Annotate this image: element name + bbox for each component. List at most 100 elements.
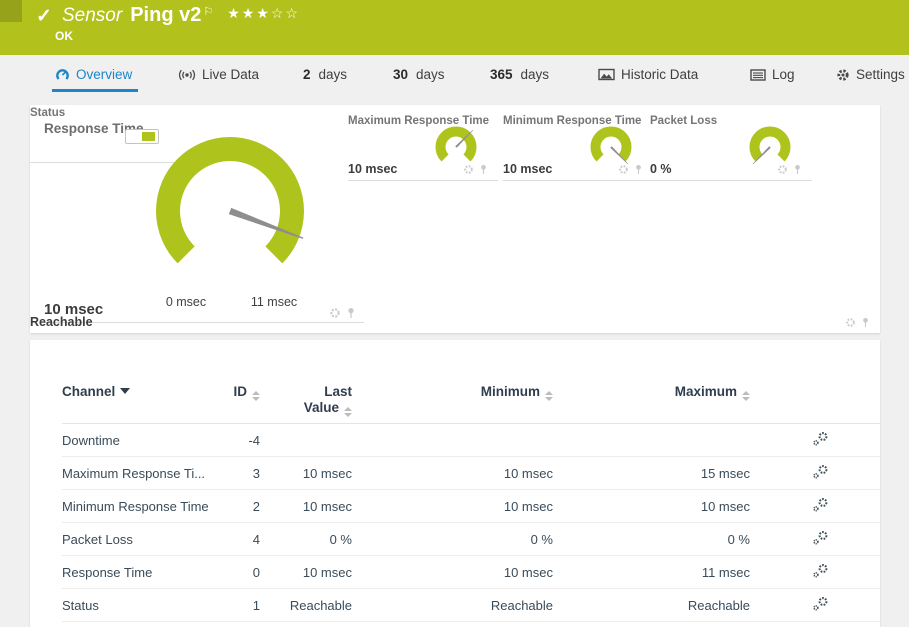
cell-id: -4 xyxy=(222,433,260,448)
pin-icon[interactable] xyxy=(479,164,488,175)
cell-channel[interactable]: Downtime xyxy=(62,433,222,448)
cell-minimum: 10 msec xyxy=(352,466,553,481)
cell-maximum: Reachable xyxy=(553,598,750,613)
tab-historic-data[interactable]: Historic Data xyxy=(598,67,698,82)
cell-minimum: 0 % xyxy=(352,532,553,547)
ok-check-icon: ✓ xyxy=(36,5,52,28)
tab-live-data[interactable]: Live Data xyxy=(178,67,259,82)
tab-bar: Overview Live Data 2 days 30 days 365 da… xyxy=(0,60,909,97)
gauge-max-label: 11 msec xyxy=(234,295,314,309)
panel-value: 0 % xyxy=(650,162,672,176)
corner-accent xyxy=(0,0,22,22)
cell-id: 4 xyxy=(222,532,260,547)
tab-label: Settings xyxy=(856,67,905,82)
gear-icon[interactable] xyxy=(777,164,788,175)
max-response-time-panel: Maximum Response Time 10 msec xyxy=(348,113,498,181)
cell-minimum: Reachable xyxy=(352,598,553,613)
cell-id: 1 xyxy=(222,598,260,613)
cell-last-value: 0 % xyxy=(260,532,352,547)
panel-value: 10 msec xyxy=(503,162,552,176)
pin-icon[interactable] xyxy=(861,317,870,328)
sensor-status-header: ✓ SensorPing v2⚐★★★☆☆ OK xyxy=(0,0,909,55)
min-response-time-panel: Minimum Response Time 10 msec xyxy=(503,113,653,181)
tab-label: days xyxy=(319,67,348,82)
tab-2-days[interactable]: 2 days xyxy=(303,67,347,82)
priority-stars[interactable]: ★★★☆☆ xyxy=(227,5,300,21)
gear-icon[interactable] xyxy=(329,307,341,319)
sort-icon xyxy=(545,391,553,401)
pin-icon[interactable] xyxy=(346,307,356,319)
gear-icon xyxy=(836,68,850,82)
cell-id: 3 xyxy=(222,466,260,481)
tab-30-days[interactable]: 30 days xyxy=(393,67,445,82)
cell-last-value: 10 msec xyxy=(260,466,352,481)
cell-channel[interactable]: Response Time xyxy=(62,565,222,580)
gear-icon[interactable] xyxy=(618,164,629,175)
header-minimum[interactable]: Minimum xyxy=(352,384,553,401)
sensor-kind-label: Sensor xyxy=(62,5,122,26)
sort-icon xyxy=(344,407,352,417)
sort-icon xyxy=(742,391,750,401)
status-toggle-indicator xyxy=(125,129,159,144)
panel-title: Packet Loss xyxy=(650,115,717,127)
response-time-gauge xyxy=(142,123,318,299)
gear-icon[interactable] xyxy=(463,164,474,175)
edit-channel-gears-icon[interactable] xyxy=(812,563,829,578)
tab-log[interactable]: Log xyxy=(750,67,795,82)
live-icon xyxy=(178,69,196,81)
table-row: Status 1 Reachable Reachable Reachable xyxy=(62,589,880,622)
cell-minimum: 10 msec xyxy=(352,499,553,514)
gauge-min-label: 0 msec xyxy=(146,295,226,309)
tab-365-days[interactable]: 365 days xyxy=(490,67,549,82)
cell-last-value: Reachable xyxy=(260,598,352,613)
edit-channel-gears-icon[interactable] xyxy=(812,596,829,611)
tab-label: Log xyxy=(772,67,795,82)
channel-table-card: Channel ID Last Value Minimum Maximum Do… xyxy=(30,340,880,627)
edit-channel-gears-icon[interactable] xyxy=(812,530,829,545)
priority-flag-icon[interactable]: ⚐ xyxy=(203,6,213,18)
response-time-gauge-panel: Response Time 0 msec 11 msec 10 msec xyxy=(42,111,364,323)
cell-channel[interactable]: Minimum Response Time xyxy=(62,499,222,514)
table-row: Response Time 0 10 msec 10 msec 11 msec xyxy=(62,556,880,589)
gauge-icon xyxy=(55,68,70,81)
sort-icon xyxy=(252,391,260,401)
edit-channel-gears-icon[interactable] xyxy=(812,464,829,479)
tab-number: 2 xyxy=(303,67,311,82)
log-icon xyxy=(750,69,766,81)
tab-number: 365 xyxy=(490,67,513,82)
sensor-name: Ping v2 xyxy=(130,4,201,26)
cell-minimum: 10 msec xyxy=(352,565,553,580)
gear-icon[interactable] xyxy=(845,317,856,328)
edit-channel-gears-icon[interactable] xyxy=(812,497,829,512)
header-last-value[interactable]: Last Value xyxy=(260,384,352,417)
header-channel[interactable]: Channel xyxy=(62,384,222,400)
tab-settings[interactable]: Settings xyxy=(836,67,905,82)
cell-last-value: 10 msec xyxy=(260,499,352,514)
edit-channel-gears-icon[interactable] xyxy=(812,431,829,446)
cell-channel[interactable]: Maximum Response Ti... xyxy=(62,466,222,481)
sensor-title: Sensor Ping v2⚐ ★★★☆☆ xyxy=(62,4,300,27)
cell-maximum: 15 msec xyxy=(553,466,750,481)
tab-label: days xyxy=(416,67,445,82)
cell-channel[interactable]: Status xyxy=(62,598,222,613)
panel-value: Reachable xyxy=(30,315,93,329)
cell-channel[interactable]: Packet Loss xyxy=(62,532,222,547)
panel-title: Status xyxy=(30,107,65,119)
table-header-row: Channel ID Last Value Minimum Maximum xyxy=(62,340,880,424)
pin-icon[interactable] xyxy=(793,164,802,175)
tab-label: Live Data xyxy=(202,67,259,82)
pin-icon[interactable] xyxy=(634,164,643,175)
header-id[interactable]: ID xyxy=(222,384,260,401)
tab-overview[interactable]: Overview xyxy=(55,67,132,82)
header-maximum[interactable]: Maximum xyxy=(553,384,750,401)
channel-table: Channel ID Last Value Minimum Maximum Do… xyxy=(30,340,880,622)
cell-maximum: 0 % xyxy=(553,532,750,547)
sort-desc-icon xyxy=(120,388,130,394)
table-row: Packet Loss 4 0 % 0 % 0 % xyxy=(62,523,880,556)
packet-loss-panel: Packet Loss 0 % xyxy=(650,113,812,181)
table-row: Minimum Response Time 2 10 msec 10 msec … xyxy=(62,490,880,523)
panel-value: 10 msec xyxy=(348,162,397,176)
tab-label: days xyxy=(521,67,550,82)
tab-number: 30 xyxy=(393,67,408,82)
table-row: Maximum Response Ti... 3 10 msec 10 msec… xyxy=(62,457,880,490)
